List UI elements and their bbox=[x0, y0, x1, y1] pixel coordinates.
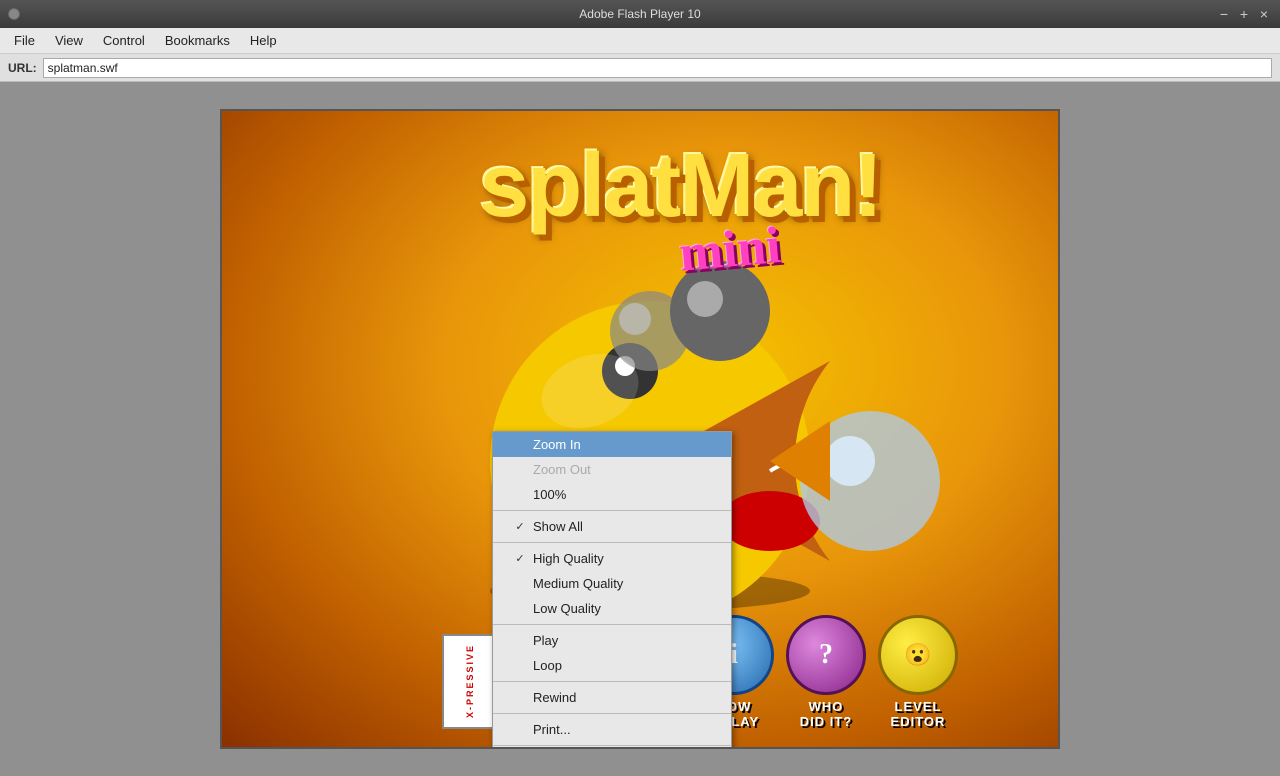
level-editor-button[interactable]: 😮 LEVELEDITOR bbox=[878, 615, 958, 729]
titlebar-controls: − + × bbox=[1216, 6, 1272, 22]
ctx-show-all[interactable]: ✓ Show All bbox=[493, 514, 731, 539]
close-button[interactable]: × bbox=[1256, 6, 1272, 22]
ctx-sep-6 bbox=[493, 745, 731, 746]
ctx-sep-5 bbox=[493, 713, 731, 714]
xpressive-vertical-box: X-PRESSIVE bbox=[442, 634, 497, 729]
ctx-sep-1 bbox=[493, 510, 731, 511]
ctx-zoom-in[interactable]: Zoom In bbox=[493, 432, 731, 457]
minimize-button[interactable]: − bbox=[1216, 6, 1232, 22]
content-area: splatMan! mini bbox=[0, 82, 1280, 776]
ctx-medium-quality[interactable]: Medium Quality bbox=[493, 571, 731, 596]
ctx-rewind[interactable]: Rewind bbox=[493, 685, 731, 710]
menu-file[interactable]: File bbox=[4, 31, 45, 50]
xpressive-text: X-PRESSIVE bbox=[465, 644, 475, 718]
ctx-zoom-out[interactable]: Zoom Out bbox=[493, 457, 731, 482]
level-editor-label: LEVELEDITOR bbox=[891, 699, 946, 729]
menu-view[interactable]: View bbox=[45, 31, 93, 50]
titlebar: Adobe Flash Player 10 − + × bbox=[0, 0, 1280, 28]
who-did-it-button[interactable]: ? WHODID IT? bbox=[786, 615, 866, 729]
maximize-button[interactable]: + bbox=[1236, 6, 1252, 22]
url-label: URL: bbox=[8, 61, 37, 75]
urlbar: URL: bbox=[0, 54, 1280, 82]
ctx-high-quality[interactable]: ✓ High Quality bbox=[493, 546, 731, 571]
menu-bookmarks[interactable]: Bookmarks bbox=[155, 31, 240, 50]
ctx-sep-2 bbox=[493, 542, 731, 543]
ctx-sep-4 bbox=[493, 681, 731, 682]
game-title: splatMan! mini bbox=[479, 141, 881, 275]
window-title: Adobe Flash Player 10 bbox=[579, 7, 700, 21]
ctx-play[interactable]: Play bbox=[493, 628, 731, 653]
ctx-loop[interactable]: Loop bbox=[493, 653, 731, 678]
traffic-light bbox=[8, 8, 20, 20]
titlebar-left bbox=[8, 8, 20, 20]
menu-control[interactable]: Control bbox=[93, 31, 155, 50]
flash-container: splatMan! mini bbox=[220, 109, 1060, 749]
menubar: File View Control Bookmarks Help bbox=[0, 28, 1280, 54]
ctx-zoom-100[interactable]: 100% bbox=[493, 482, 731, 507]
menu-help[interactable]: Help bbox=[240, 31, 287, 50]
ctx-sep-3 bbox=[493, 624, 731, 625]
url-input[interactable] bbox=[43, 58, 1272, 78]
context-menu: Zoom In Zoom Out 100% ✓ Show All ✓ H bbox=[492, 431, 732, 749]
ctx-low-quality[interactable]: Low Quality bbox=[493, 596, 731, 621]
ctx-print[interactable]: Print... bbox=[493, 717, 731, 742]
who-did-it-label: WHODID IT? bbox=[800, 699, 853, 729]
